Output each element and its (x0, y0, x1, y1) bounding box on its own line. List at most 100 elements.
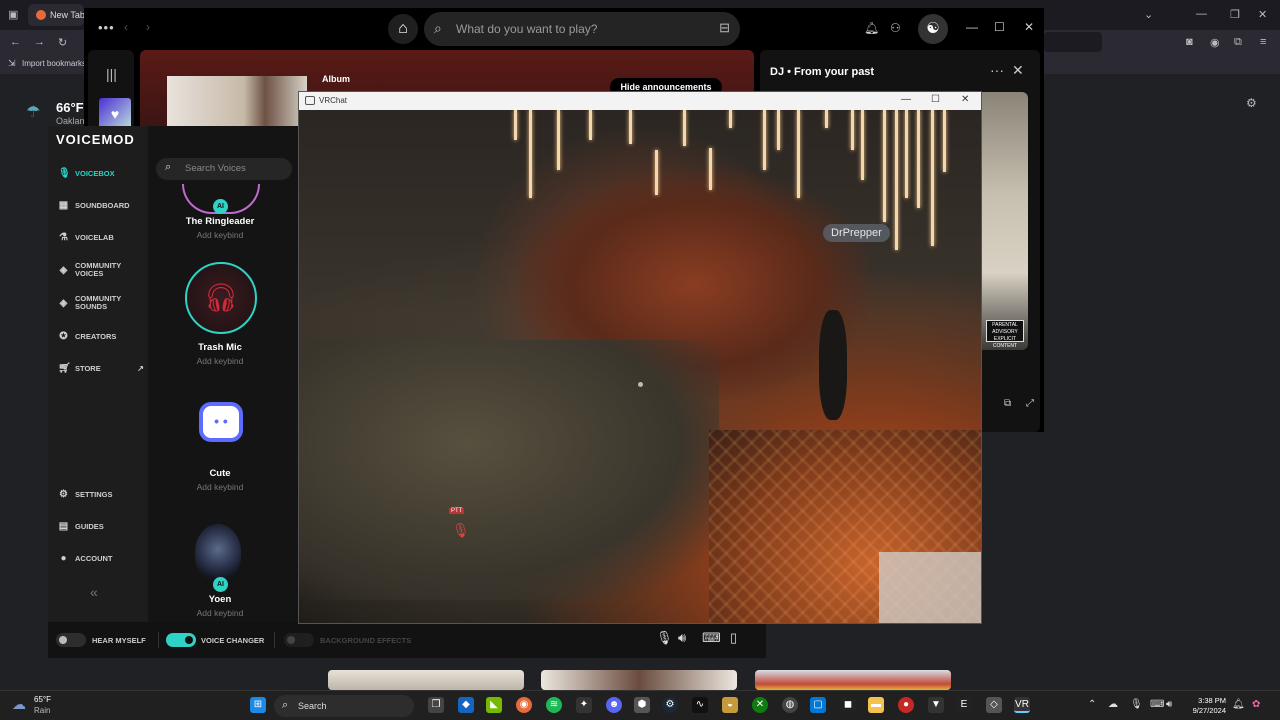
player-nameplate[interactable]: DrPrepper (823, 224, 890, 242)
clock-date[interactable]: 9/27/2024 (1186, 706, 1226, 715)
add-keybind-link[interactable]: Add keybind (160, 482, 280, 492)
app-icon[interactable]: ◒ (722, 697, 738, 713)
back-icon[interactable]: ‹ (124, 20, 128, 34)
miniplayer-icon[interactable]: ⧉ (1004, 398, 1011, 409)
minimize-icon[interactable]: — (901, 94, 911, 105)
network-icon[interactable]: ⌨ (1150, 699, 1164, 710)
cute-avatar[interactable]: • • (199, 402, 243, 442)
thumbnail[interactable] (328, 670, 524, 690)
extensions-icon[interactable]: ⧉ (1234, 36, 1242, 49)
tab-overview-icon[interactable]: ▣ (8, 8, 18, 21)
add-keybind-link[interactable]: Add keybind (160, 608, 280, 618)
minimize-icon[interactable]: — (966, 20, 978, 34)
discord-icon[interactable]: ☻ (606, 697, 622, 713)
speaker-icon[interactable]: 🔊︎ (678, 630, 686, 646)
chevron-down-icon[interactable]: ⌄ (1144, 8, 1153, 21)
close-icon[interactable]: ✕ (1024, 20, 1034, 34)
library-icon[interactable]: ||| (106, 66, 117, 82)
xbox-icon[interactable]: ✕ (752, 697, 768, 713)
close-icon[interactable]: ✕ (1258, 8, 1267, 21)
app-icon[interactable]: ⬢ (634, 697, 650, 713)
menu-icon[interactable]: ≡ (1260, 36, 1266, 48)
bell-icon[interactable]: 🔔︎ (1232, 699, 1245, 710)
restore-icon[interactable]: ❐ (1230, 8, 1240, 21)
cloud-icon[interactable]: ☁ (1108, 699, 1118, 710)
app-icon[interactable]: ▢ (810, 697, 826, 713)
nav-settings[interactable]: ⚙ SETTINGS (58, 489, 113, 500)
thumbnail[interactable] (755, 670, 951, 690)
more-options-icon[interactable]: ••• (98, 20, 115, 35)
microphone-icon[interactable]: 🎙︎ (656, 630, 673, 646)
yoen-avatar[interactable] (195, 524, 241, 580)
firefox-icon[interactable]: ◉ (516, 697, 532, 713)
account-icon[interactable]: ◉ (1210, 36, 1220, 49)
home-button[interactable]: ⌂ (388, 14, 418, 44)
search-voices-input[interactable]: ⌕ Search Voices (156, 158, 292, 180)
friends-icon[interactable]: ⚇ (890, 21, 901, 35)
avatar[interactable]: ☯ (918, 14, 948, 44)
app-icon[interactable]: ◇ (986, 697, 1002, 713)
mobile-icon[interactable]: ▯ (730, 630, 737, 646)
reload-icon[interactable]: ↻ (58, 36, 67, 49)
collapse-sidebar-icon[interactable]: « (90, 584, 98, 600)
album-art[interactable] (167, 76, 307, 126)
back-icon[interactable]: ← (10, 36, 21, 48)
app-icon[interactable]: ◼ (840, 697, 856, 713)
volume-icon[interactable]: 🔊︎ (1166, 699, 1172, 710)
nav-guides[interactable]: ▤ GUIDES (58, 521, 104, 532)
taskbar-temp[interactable]: 65°F (34, 695, 51, 704)
close-icon[interactable]: ✕ (961, 94, 969, 105)
add-keybind-link[interactable]: Add keybind (160, 356, 280, 366)
task-view-icon[interactable]: ❐ (428, 697, 444, 713)
start-icon[interactable]: ⊞ (250, 697, 266, 713)
folder-icon[interactable]: ▬ (868, 697, 884, 713)
app-icon[interactable]: ✦ (576, 697, 592, 713)
close-icon[interactable]: ✕ (1012, 62, 1024, 79)
chevron-up-icon[interactable]: ⌃ (1088, 699, 1096, 710)
thumbnail[interactable] (541, 670, 737, 690)
minimize-icon[interactable]: — (1196, 8, 1207, 20)
gear-icon[interactable]: ⚙ (1246, 96, 1257, 110)
nav-voicebox[interactable]: 🎙︎ VOICEBOX (58, 168, 115, 179)
app-icon[interactable]: ▼ (928, 697, 944, 713)
copilot-icon[interactable]: ✿ (1252, 699, 1260, 710)
hear-myself-toggle[interactable] (56, 633, 86, 647)
app-icon[interactable]: ◆ (458, 697, 474, 713)
nav-community-sounds[interactable]: ◈ COMMUNITY SOUNDS (58, 295, 138, 311)
trash-mic-avatar[interactable]: 🎧︎ (185, 262, 257, 334)
pocket-icon[interactable]: ◙ (1186, 36, 1193, 48)
steam-icon[interactable]: ⚙ (662, 697, 678, 713)
add-keybind-link[interactable]: Add keybind (160, 230, 280, 240)
voice-changer-toggle[interactable] (166, 633, 196, 647)
maximize-icon[interactable]: ☐ (994, 20, 1005, 34)
browser-tab[interactable]: New Tab (28, 4, 84, 26)
fullscreen-icon[interactable]: ⤢ (1026, 398, 1034, 409)
import-bookmarks-link[interactable]: Import bookmarks... (22, 59, 93, 68)
forward-icon[interactable]: → (34, 36, 45, 48)
keyboard-icon[interactable]: ⌨ (702, 630, 721, 646)
background-effects-toggle[interactable] (284, 633, 314, 647)
nav-soundboard[interactable]: ▦ SOUNDBOARD (58, 200, 130, 211)
forward-icon[interactable]: › (146, 20, 150, 34)
vrchat-viewport[interactable]: DrPrepper PTT 🎙︎ (299, 110, 981, 623)
spotify-icon[interactable]: ≋ (546, 697, 562, 713)
app-icon[interactable]: ∿ (692, 697, 708, 713)
app-icon[interactable]: ● (898, 697, 914, 713)
taskbar-search[interactable]: ⌕ Search (274, 695, 414, 717)
search-input[interactable]: ⌕ What do you want to play? ⊟ (424, 12, 740, 46)
browse-icon[interactable]: ⊟ (719, 20, 730, 36)
app-icon[interactable]: ◍ (782, 697, 798, 713)
more-options-icon[interactable]: ··· (990, 62, 1004, 78)
nav-store[interactable]: 🛒︎ STORE ↗ (58, 363, 144, 374)
nav-community-voices[interactable]: ◈ COMMUNITY VOICES (58, 262, 138, 278)
bell-icon[interactable]: 🔔︎ (864, 21, 879, 35)
vrchat-icon[interactable]: VR (1014, 697, 1030, 713)
nav-creators[interactable]: ✪ CREATORS (58, 331, 116, 342)
maximize-icon[interactable]: ☐ (931, 94, 940, 105)
epic-games-icon[interactable]: E (956, 697, 972, 713)
clock-time[interactable]: 3:38 PM (1194, 696, 1226, 705)
microphone-icon[interactable]: 🎙︎ (1130, 699, 1143, 710)
address-bar[interactable] (1044, 32, 1102, 52)
nav-voicelab[interactable]: ⚗ VOICELAB (58, 232, 114, 243)
nav-account[interactable]: ● ACCOUNT (58, 553, 112, 564)
